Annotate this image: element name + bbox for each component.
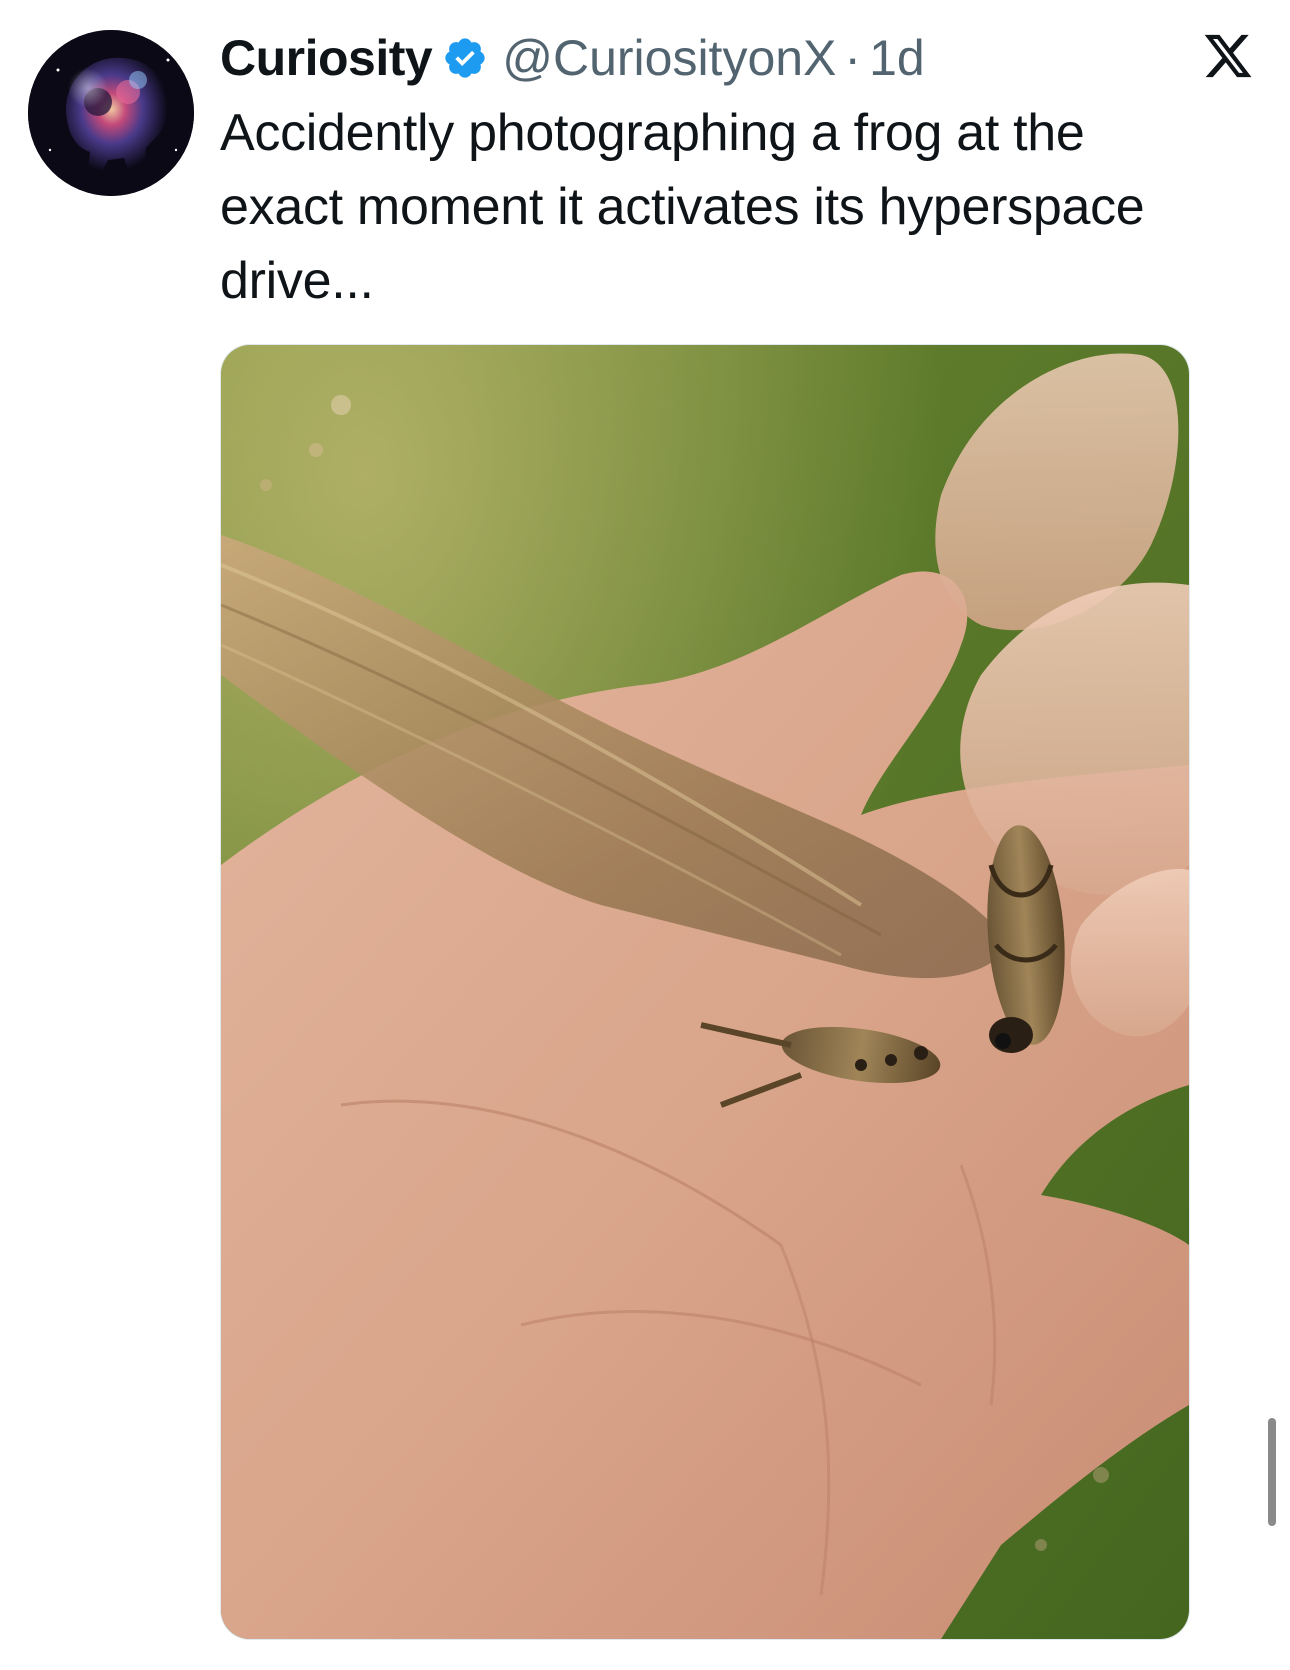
scrollbar-thumb[interactable] [1268,1418,1276,1526]
author-name[interactable]: Curiosity [220,29,433,87]
verified-badge-icon [445,38,485,78]
space-skull-icon [28,30,194,196]
author-avatar[interactable] [28,30,194,196]
separator-dot: · [844,30,862,86]
tweet-timestamp[interactable]: 1d [869,29,925,87]
x-logo-icon[interactable] [1202,30,1254,82]
tweet-media-photo[interactable] [220,344,1190,1640]
tweet-text: Accidently photographing a frog at the e… [220,104,1145,310]
frog-photo [221,345,1189,1639]
author-handle[interactable]: @CuriosityonX [502,29,836,87]
tweet-header: Curiosity @CuriosityonX · 1d [220,28,925,88]
